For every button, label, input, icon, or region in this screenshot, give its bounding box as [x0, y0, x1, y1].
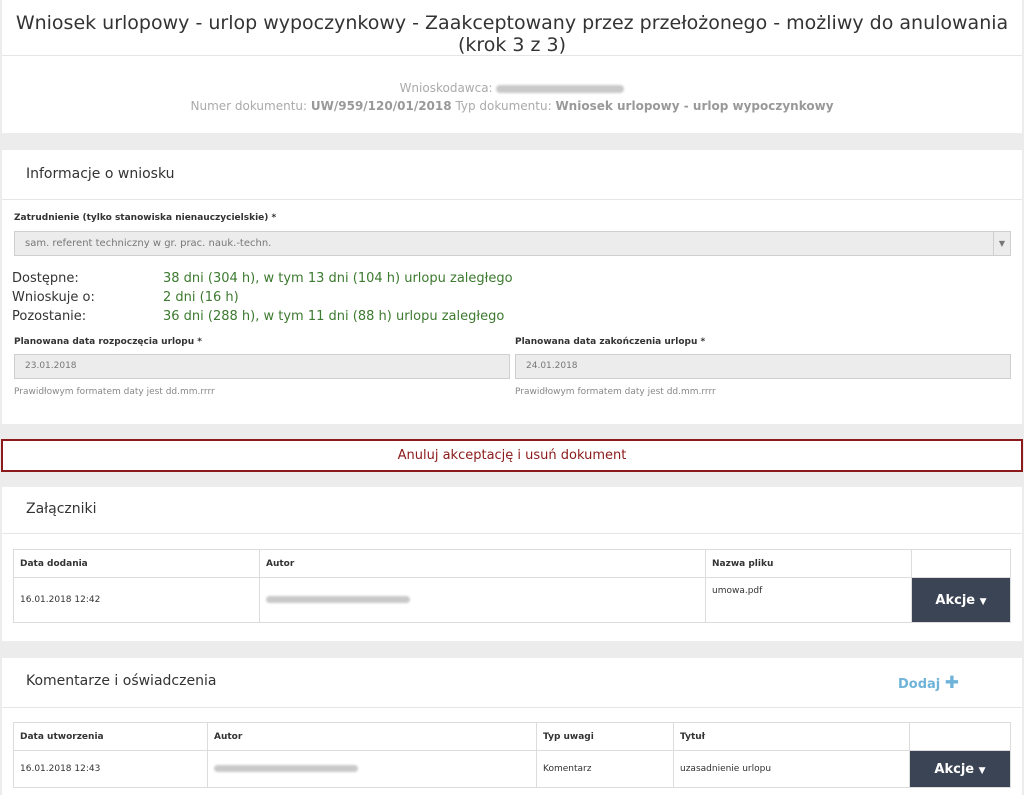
docnum-value: UW/959/120/01/2018: [310, 99, 452, 113]
end-date-label: Planowana data zakończenia urlopu *: [515, 337, 706, 347]
comments-table: Data utworzenia Autor Typ uwagi Tytuł 16…: [13, 722, 1011, 788]
start-date-label: Planowana data rozpoczęcia urlopu *: [14, 337, 202, 347]
document-line: Numer dokumentu: UW/959/120/01/2018 Typ …: [2, 99, 1022, 113]
column-header: Data dodania: [13, 549, 260, 578]
column-header: Tytuł: [673, 722, 910, 751]
page-title: Wniosek urlopowy - urlop wypoczynkowy - …: [15, 12, 1009, 56]
comments-heading: Komentarze i oświadczenia: [26, 673, 217, 689]
column-header: Nazwa pliku: [705, 549, 912, 578]
column-header-empty: [909, 722, 1011, 751]
table-row: 16.01.2018 12:43 Komentarz uzasadnienie …: [13, 750, 1011, 788]
actions-label: Akcje: [934, 761, 975, 777]
comments-panel: Komentarze i oświadczenia Data utworzeni…: [2, 658, 1022, 795]
requested-label: Wnioskuje o:: [12, 290, 95, 305]
available-value: 38 dni (304 h), w tym 13 dni (104 h) url…: [163, 271, 513, 286]
start-date-hint: Prawidłowym formatem daty jest dd.mm.rrr…: [14, 387, 215, 397]
end-date-input[interactable]: 24.01.2018: [515, 354, 1011, 379]
table-header-row: Data dodania Autor Nazwa pliku: [13, 549, 1011, 578]
divider: [2, 55, 1022, 56]
divider: [2, 199, 1022, 200]
remaining-label: Pozostanie:: [12, 309, 87, 324]
doctype-label: Typ dokumentu:: [455, 99, 552, 113]
attachment-date: 16.01.2018 12:42: [13, 577, 260, 623]
applicant-name-redacted: [496, 84, 625, 93]
divider: [2, 533, 1022, 534]
employment-label: Zatrudnienie (tylko stanowiska nienauczy…: [14, 213, 277, 223]
employment-value: sam. referent techniczny w gr. prac. nau…: [25, 238, 272, 249]
caret-down-icon: ▼: [978, 765, 986, 776]
end-date-hint: Prawidłowym formatem daty jest dd.mm.rrr…: [515, 387, 716, 397]
doctype-value: Wniosek urlopowy - urlop wypoczynkowy: [555, 99, 834, 113]
start-date-input[interactable]: 23.01.2018: [14, 354, 510, 379]
caret-down-icon: ▼: [979, 596, 987, 607]
comment-actions-button[interactable]: Akcje ▼: [909, 750, 1011, 788]
column-header: Typ uwagi: [536, 722, 674, 751]
column-header: Autor: [259, 549, 706, 578]
employment-select[interactable]: sam. referent techniczny w gr. prac. nau…: [14, 231, 1011, 256]
attachments-heading: Załączniki: [26, 501, 97, 517]
applicant-label: Wnioskodawca:: [399, 81, 493, 95]
info-panel: Informacje o wniosku Zatrudnienie (tylko…: [2, 150, 1022, 424]
attachments-table: Data dodania Autor Nazwa pliku 16.01.201…: [13, 549, 1011, 623]
column-header-empty: [911, 549, 1011, 578]
attachments-panel: Załączniki Data dodania Autor Nazwa plik…: [2, 487, 1022, 641]
comment-author: [207, 750, 537, 788]
header-panel: Wniosek urlopowy - urlop wypoczynkowy - …: [2, 0, 1022, 133]
applicant-line: Wnioskodawca:: [2, 81, 1022, 95]
chevron-down-icon[interactable]: ▼: [993, 232, 1010, 255]
table-row: 16.01.2018 12:42 umowa.pdf Akcje ▼: [13, 577, 1011, 623]
comment-date: 16.01.2018 12:43: [13, 750, 208, 788]
info-heading: Informacje o wniosku: [26, 166, 175, 182]
attachment-actions-button[interactable]: Akcje ▼: [911, 577, 1011, 623]
comment-type: Komentarz: [536, 750, 674, 788]
table-header-row: Data utworzenia Autor Typ uwagi Tytuł: [13, 722, 1011, 751]
attachment-file: umowa.pdf: [705, 577, 912, 623]
docnum-label: Numer dokumentu:: [190, 99, 308, 113]
requested-value: 2 dni (16 h): [163, 290, 239, 305]
column-header: Data utworzenia: [13, 722, 208, 751]
column-header: Autor: [207, 722, 537, 751]
remaining-value: 36 dni (288 h), w tym 11 dni (88 h) urlo…: [163, 309, 505, 324]
available-label: Dostępne:: [12, 271, 79, 286]
cancel-acceptance-button[interactable]: Anuluj akceptację i usuń dokument: [1, 439, 1023, 472]
plus-icon: ✚: [944, 673, 960, 693]
attachment-author: [259, 577, 706, 623]
add-label: Dodaj: [898, 677, 941, 692]
comment-title: uzasadnienie urlopu: [673, 750, 910, 788]
author-redacted: [214, 765, 358, 772]
actions-label: Akcje: [935, 592, 976, 608]
add-comment-button[interactable]: Dodaj ✚: [898, 673, 959, 693]
author-redacted: [266, 596, 410, 603]
divider: [2, 707, 1022, 708]
